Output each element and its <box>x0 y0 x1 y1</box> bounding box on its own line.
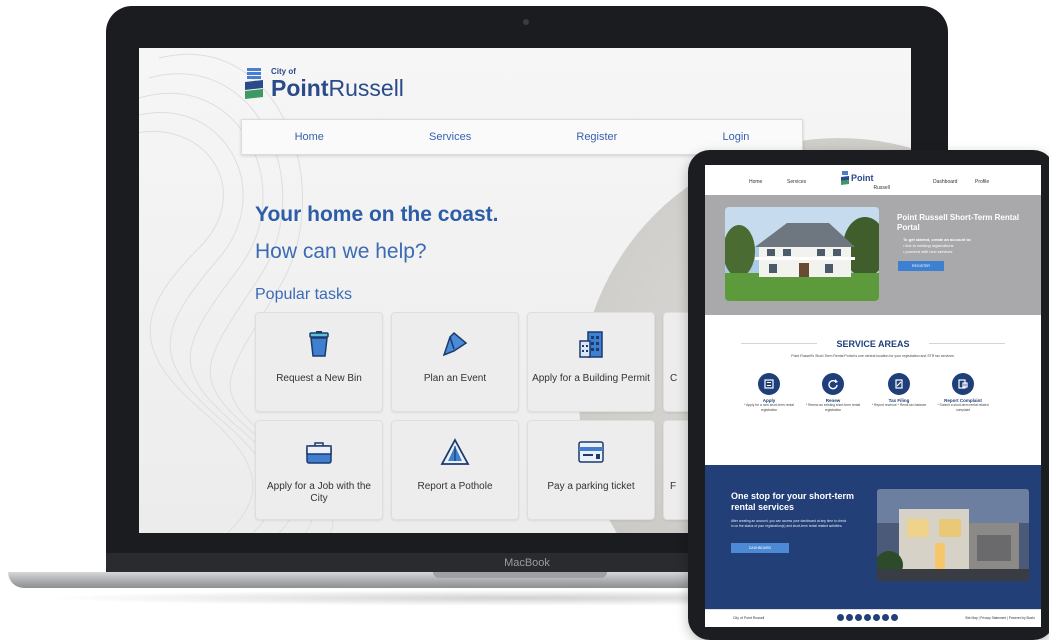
footer-right-links[interactable]: Site Map | Privacy Statement | Powered b… <box>965 616 1035 620</box>
warning-triangle-icon <box>440 437 470 467</box>
nav-home[interactable]: Home <box>295 131 324 143</box>
social-icon[interactable] <box>846 614 853 621</box>
task-card-building-permit[interactable]: Apply for a Building Permit <box>527 312 655 412</box>
service-report-complaint[interactable]: Report Complaint * Submit a short-term r… <box>933 373 993 412</box>
promo-title: One stop for your short-term rental serv… <box>731 491 855 512</box>
ticket-card-icon <box>576 437 606 467</box>
social-icons <box>837 614 898 621</box>
service-areas-description: Point Russell's Short-Term Rental Portal… <box>791 354 955 358</box>
building-icon <box>576 329 606 359</box>
nav-register[interactable]: Register <box>576 131 617 143</box>
register-button[interactable]: REGISTER <box>898 261 944 271</box>
tablet-logo-bold: Point <box>851 173 874 183</box>
task-label: Pay a parking ticket <box>547 481 635 492</box>
service-tax-filing[interactable]: Tax Filing * Report revenue * Remit tax … <box>869 373 929 408</box>
task-label: Apply for a Job with the City <box>267 481 371 504</box>
task-card-parking-ticket[interactable]: Pay a parking ticket <box>527 420 655 520</box>
tablet-hero-title: Point Russell Short-Term Rental Portal <box>897 213 1020 232</box>
logo-name-rest: Russell <box>328 74 404 101</box>
footer-left: City of Point Russell <box>733 616 765 620</box>
popular-tasks-heading: Popular tasks <box>255 286 352 303</box>
logo-name: PointRussell <box>271 76 404 100</box>
pen-icon <box>440 329 470 359</box>
service-text: * Report revenue * Remit tax balance <box>871 403 927 407</box>
task-card-apply-job[interactable]: Apply for a Job with the City <box>255 420 383 520</box>
lighthouse-logo-icon <box>243 66 265 100</box>
tablet-hero-intro: To get started, create an account to: • … <box>903 237 1033 255</box>
tablet-footer: City of Point Russell Site Map | Privacy… <box>705 609 1041 627</box>
hero-subtitle: How can we help? <box>255 240 427 263</box>
tablet-nav-home[interactable]: Home <box>749 179 762 185</box>
task-card-report-pothole[interactable]: Report a Pothole <box>391 420 519 520</box>
tax-filing-icon <box>888 373 910 395</box>
tablet-nav-profile[interactable]: Profile <box>975 179 989 185</box>
tablet-logo-name: Point Russell <box>851 173 890 191</box>
complaint-icon <box>952 373 974 395</box>
task-label: Apply for a Building Permit <box>532 373 650 384</box>
task-card-request-bin[interactable]: Request a New Bin <box>255 312 383 412</box>
task-label: Request a New Bin <box>276 373 362 384</box>
dashboard-button[interactable]: DASHBOARD <box>731 543 789 553</box>
tablet-hero-bullet-text: link to existing registrations <box>905 243 954 248</box>
lighthouse-logo-icon <box>841 171 849 185</box>
tablet-screen: Home Services Point Russell Dashboard Pro… <box>705 165 1041 627</box>
task-card-plan-event[interactable]: Plan an Event <box>391 312 519 412</box>
tablet-hero: Point Russell Short-Term Rental Portal T… <box>705 195 1041 315</box>
nav-services[interactable]: Services <box>429 131 471 143</box>
task-label: Report a Pothole <box>417 481 493 492</box>
tablet-nav-services[interactable]: Services <box>787 179 806 185</box>
briefcase-icon <box>304 437 334 467</box>
modern-house-photo <box>877 489 1029 581</box>
tablet-hero-bullet: • proceed with new services <box>903 249 953 254</box>
bin-icon <box>304 329 334 359</box>
service-apply[interactable]: Apply * Apply for a new short-term renta… <box>739 373 799 412</box>
hero-title: Your home on the coast. <box>255 203 499 226</box>
service-text: * Apply for a new short-term rental regi… <box>744 403 794 412</box>
nav-login[interactable]: Login <box>722 131 749 143</box>
laptop-base-notch <box>433 572 607 578</box>
site-logo[interactable]: City of PointRussell <box>243 66 404 100</box>
promo-section: One stop for your short-term rental serv… <box>705 465 1041 609</box>
tablet-nav-dashboard[interactable]: Dashboard <box>933 179 957 185</box>
tablet-logo-rest: Russell <box>873 185 890 191</box>
camera-icon <box>523 19 529 25</box>
social-icon[interactable] <box>882 614 889 621</box>
tablet-hero-bullet-text: proceed with new services <box>905 249 953 254</box>
tablet-navbar: Home Services Point Russell Dashboard Pro… <box>705 165 1041 195</box>
social-icon[interactable] <box>864 614 871 621</box>
social-icon[interactable] <box>873 614 880 621</box>
social-icon[interactable] <box>837 614 844 621</box>
service-text: * Renew an existing short-term rental re… <box>805 403 861 412</box>
social-icon[interactable] <box>855 614 862 621</box>
apply-icon <box>758 373 780 395</box>
house-photo <box>725 207 879 301</box>
service-areas-title: SERVICE AREAS <box>836 339 910 349</box>
service-text: * Submit a short-term rental related com… <box>937 403 989 412</box>
social-icon[interactable] <box>891 614 898 621</box>
renew-icon <box>822 373 844 395</box>
tablet-logo[interactable]: Point Russell <box>841 171 890 191</box>
task-label: Plan an Event <box>423 373 487 384</box>
service-renew[interactable]: Renew * Renew an existing short-term ren… <box>803 373 863 412</box>
promo-text: After creating an account, you can acces… <box>731 519 847 528</box>
logo-name-bold: Point <box>271 74 329 101</box>
